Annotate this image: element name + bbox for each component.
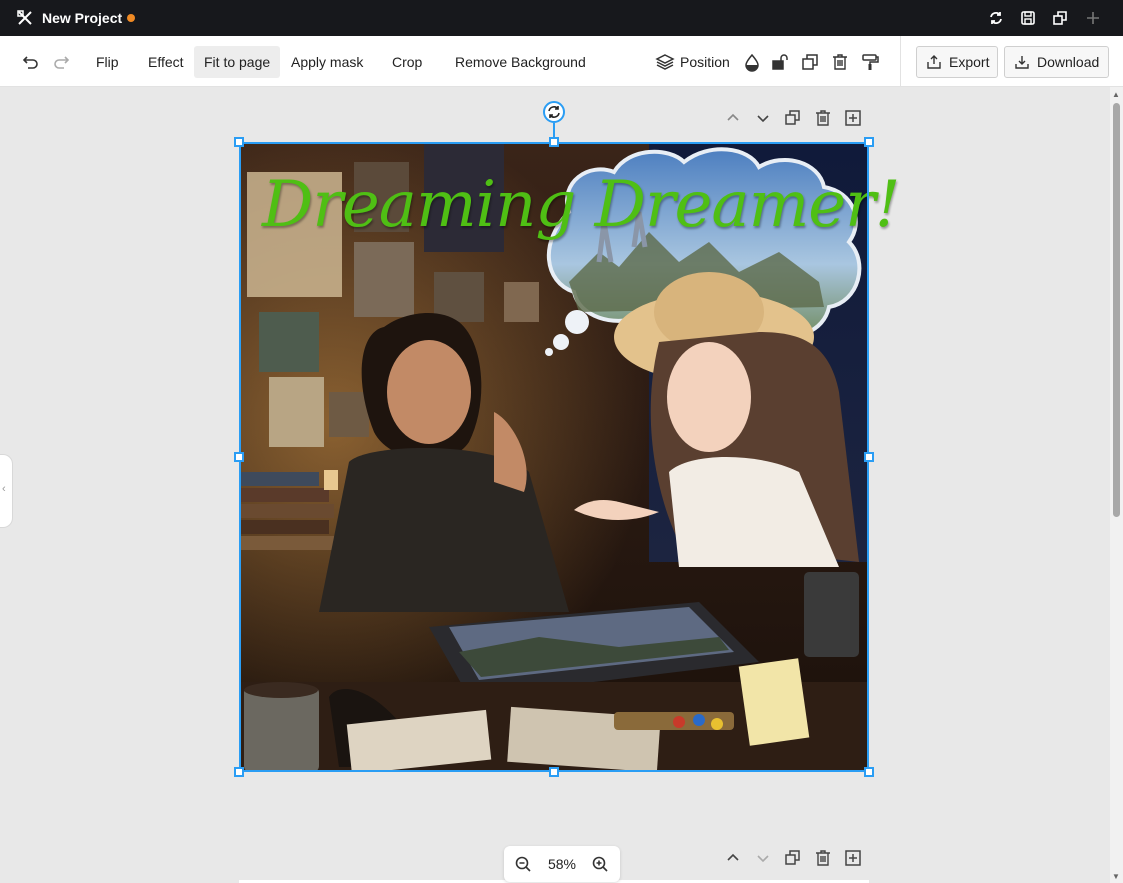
scroll-down-icon[interactable]: ▼ bbox=[1112, 872, 1120, 881]
position-button[interactable]: Position bbox=[680, 51, 730, 73]
side-panel-toggle[interactable]: ‹ bbox=[0, 454, 13, 528]
crop-button[interactable]: Crop bbox=[392, 51, 422, 73]
chevron-down-icon[interactable] bbox=[754, 849, 772, 867]
delete-page-icon[interactable] bbox=[814, 849, 832, 867]
design-tools-icon bbox=[17, 10, 32, 25]
resize-handle-bottom[interactable] bbox=[549, 767, 559, 777]
resize-handle-top-right[interactable] bbox=[864, 137, 874, 147]
chevron-left-icon: ‹ bbox=[2, 483, 6, 495]
remove-background-button[interactable]: Remove Background bbox=[455, 51, 586, 73]
refresh-icon[interactable] bbox=[987, 9, 1005, 27]
vertical-scrollbar[interactable]: ▲ ▼ bbox=[1110, 87, 1123, 883]
effect-button[interactable]: Effect bbox=[148, 51, 184, 73]
add-page-icon[interactable] bbox=[844, 849, 862, 867]
format-painter-icon[interactable] bbox=[860, 52, 880, 72]
save-icon[interactable] bbox=[1019, 9, 1037, 27]
duplicate-page-icon[interactable] bbox=[784, 849, 802, 867]
redo-icon[interactable] bbox=[51, 52, 71, 72]
flip-button[interactable]: Flip bbox=[96, 51, 119, 73]
zoom-control: 58% bbox=[504, 846, 620, 882]
undo-icon[interactable] bbox=[21, 52, 41, 72]
resize-handle-bottom-right[interactable] bbox=[864, 767, 874, 777]
resize-handle-right[interactable] bbox=[864, 452, 874, 462]
download-icon bbox=[1015, 56, 1029, 69]
duplicate-icon[interactable] bbox=[800, 52, 820, 72]
download-button[interactable]: Download bbox=[1004, 46, 1109, 78]
export-button[interactable]: Export bbox=[916, 46, 998, 78]
duplicate-window-icon[interactable] bbox=[1051, 9, 1069, 27]
layers-icon bbox=[655, 54, 675, 70]
scrollbar-thumb[interactable] bbox=[1113, 103, 1120, 517]
apply-mask-button[interactable]: Apply mask bbox=[291, 51, 363, 73]
title-bar: New Project bbox=[0, 0, 1123, 36]
rotate-icon bbox=[548, 106, 560, 118]
zoom-in-icon[interactable] bbox=[591, 855, 609, 873]
resize-handle-top[interactable] bbox=[549, 137, 559, 147]
chevron-up-icon[interactable] bbox=[724, 109, 742, 127]
toolbar: Flip Effect Fit to page Apply mask Crop … bbox=[0, 36, 1123, 87]
export-label: Export bbox=[949, 54, 990, 70]
resize-handle-left[interactable] bbox=[234, 452, 244, 462]
project-title: New Project bbox=[42, 10, 123, 26]
chevron-down-icon[interactable] bbox=[754, 109, 772, 127]
chevron-up-icon[interactable] bbox=[724, 849, 742, 867]
export-icon bbox=[927, 55, 941, 69]
delete-page-icon[interactable] bbox=[814, 109, 832, 127]
duplicate-page-icon[interactable] bbox=[784, 109, 802, 127]
resize-handle-bottom-left[interactable] bbox=[234, 767, 244, 777]
headline-text[interactable]: Dreaming Dreamer! bbox=[262, 168, 900, 242]
add-page-icon[interactable] bbox=[844, 109, 862, 127]
unsaved-indicator bbox=[127, 14, 135, 22]
trash-icon[interactable] bbox=[830, 52, 850, 72]
download-label: Download bbox=[1037, 54, 1100, 70]
zoom-out-icon[interactable] bbox=[514, 855, 532, 873]
rotate-handle[interactable] bbox=[543, 101, 565, 123]
fit-to-page-button[interactable]: Fit to page bbox=[194, 46, 281, 78]
unlock-icon[interactable] bbox=[770, 52, 790, 72]
opacity-drop-icon[interactable] bbox=[742, 52, 762, 72]
scroll-up-icon[interactable]: ▲ bbox=[1112, 90, 1120, 99]
resize-handle-top-left[interactable] bbox=[234, 137, 244, 147]
zoom-level: 58% bbox=[547, 856, 577, 872]
toolbar-divider bbox=[900, 36, 901, 86]
plus-icon[interactable] bbox=[1084, 9, 1102, 27]
